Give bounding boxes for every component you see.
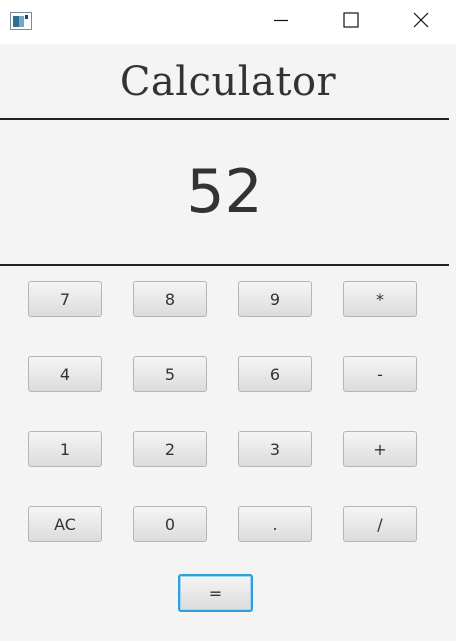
key-add[interactable]: + [343, 431, 417, 467]
key-equals[interactable]: = [178, 574, 253, 612]
app-window-icon [10, 12, 32, 30]
key-6[interactable]: 6 [238, 356, 312, 392]
key-subtract[interactable]: - [343, 356, 417, 392]
page-title: Calculator [119, 58, 337, 105]
key-all-clear[interactable]: AC [28, 506, 102, 542]
close-button[interactable] [398, 0, 444, 44]
key-9[interactable]: 9 [238, 281, 312, 317]
maximize-button[interactable] [328, 0, 374, 44]
key-0[interactable]: 0 [133, 506, 207, 542]
key-divide[interactable]: / [343, 506, 417, 542]
key-multiply[interactable]: * [343, 281, 417, 317]
key-4[interactable]: 4 [28, 356, 102, 392]
calculator-window: Calculator 52 7 8 9 * 4 5 6 - 1 2 3 + AC… [0, 0, 456, 641]
key-5[interactable]: 5 [133, 356, 207, 392]
key-3[interactable]: 3 [238, 431, 312, 467]
minimize-button[interactable] [258, 0, 304, 44]
key-decimal[interactable]: . [238, 506, 312, 542]
title-bar [0, 0, 456, 44]
display-bottom-divider [0, 264, 449, 266]
maximize-icon [343, 12, 359, 32]
key-8[interactable]: 8 [133, 281, 207, 317]
display-value: 52 [186, 157, 263, 227]
display-panel: 52 [0, 120, 449, 264]
minimize-icon [273, 12, 289, 32]
key-7[interactable]: 7 [28, 281, 102, 317]
header: Calculator [0, 44, 456, 119]
close-icon [413, 12, 429, 32]
key-1[interactable]: 1 [28, 431, 102, 467]
key-2[interactable]: 2 [133, 431, 207, 467]
